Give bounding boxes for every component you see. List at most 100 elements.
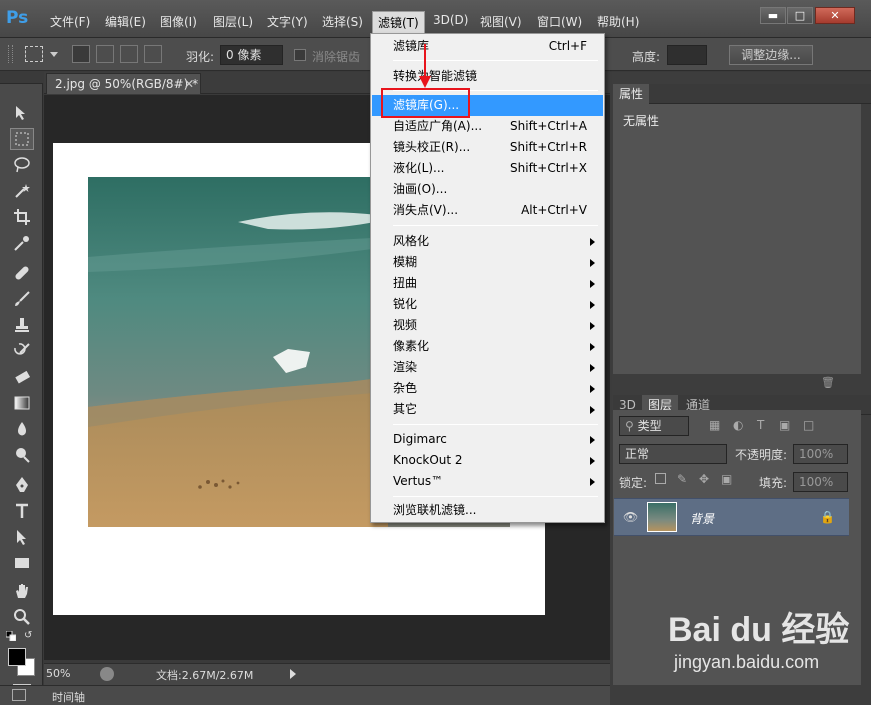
hand-tool-icon[interactable] xyxy=(10,580,34,602)
eyedropper-tool-icon[interactable] xyxy=(10,232,34,254)
dodge-tool-icon[interactable] xyxy=(10,444,34,466)
menu-help[interactable]: 帮助(H) xyxy=(597,13,639,30)
move-tool-icon[interactable] xyxy=(10,102,34,124)
tab-properties[interactable]: 属性 xyxy=(613,84,650,104)
menu-item-browse-online[interactable]: 浏览联机滤镜... xyxy=(372,500,603,521)
eraser-tool-icon[interactable] xyxy=(10,366,34,388)
timeline-icon[interactable] xyxy=(12,689,26,701)
pixel-filter-icon[interactable]: ▦ xyxy=(709,418,720,432)
layer-filter-kind[interactable]: ⚲ 类型 xyxy=(619,416,689,436)
magic-wand-tool-icon[interactable] xyxy=(10,180,34,202)
lock-all-icon[interactable]: ▣ xyxy=(721,472,732,486)
menu-item-lens-correction[interactable]: 镜头校正(R)... Shift+Ctrl+R xyxy=(372,137,603,158)
brush-tool-icon[interactable] xyxy=(10,288,34,310)
foreground-color-front[interactable] xyxy=(8,648,26,666)
history-brush-tool-icon[interactable] xyxy=(10,340,34,362)
minimize-button[interactable]: ▬ xyxy=(760,7,786,24)
menu-item-oil-paint[interactable]: 油画(O)... xyxy=(372,179,603,200)
menu-window[interactable]: 窗口(W) xyxy=(537,13,582,30)
menu-item-last-filter[interactable]: 滤镜库 Ctrl+F xyxy=(372,36,603,57)
close-button[interactable]: ✕ xyxy=(815,7,855,24)
fill-input[interactable]: 100% xyxy=(793,472,848,492)
grip-handle[interactable] xyxy=(8,45,13,63)
menu-item-digimarc[interactable]: Digimarc xyxy=(372,429,603,450)
opacity-input[interactable]: 100% xyxy=(793,444,848,464)
blur-tool-icon[interactable] xyxy=(10,418,34,440)
chevron-down-icon[interactable] xyxy=(50,52,58,57)
menu-image[interactable]: 图像(I) xyxy=(160,13,197,30)
menu-view[interactable]: 视图(V) xyxy=(480,13,522,30)
menu-item-sharpen[interactable]: 锐化 xyxy=(372,294,603,315)
antialias-checkbox[interactable] xyxy=(294,49,306,61)
status-menu-arrow-icon[interactable] xyxy=(290,669,296,679)
type-tool-icon[interactable] xyxy=(10,500,34,522)
menu-item-vertus[interactable]: Vertus™ xyxy=(372,471,603,492)
pen-tool-icon[interactable] xyxy=(10,474,34,496)
layer-row[interactable]: 👁 背景 🔒 xyxy=(614,498,849,536)
menu-file[interactable]: 文件(F) xyxy=(50,13,90,30)
clone-stamp-tool-icon[interactable] xyxy=(10,314,34,336)
refine-edge-button[interactable]: 调整边缘... xyxy=(729,45,813,65)
smart-object-filter-icon[interactable]: □ xyxy=(803,418,814,432)
document-tab-title: 2.jpg @ 50%(RGB/8#) * xyxy=(55,77,199,91)
height-input[interactable] xyxy=(667,45,707,65)
menu-item-adaptive-wide-angle[interactable]: 自适应广角(A)... Shift+Ctrl+A xyxy=(372,116,603,137)
maximize-button[interactable]: □ xyxy=(787,7,813,24)
swap-colors-icon[interactable]: ↺ xyxy=(24,630,36,641)
marquee-tool-preset-icon[interactable] xyxy=(25,46,43,62)
menu-item-video[interactable]: 视频 xyxy=(372,315,603,336)
intersect-selection-icon[interactable] xyxy=(144,45,162,63)
blend-mode-select[interactable]: 正常 xyxy=(619,444,727,464)
lock-transparent-icon[interactable] xyxy=(655,473,666,484)
menu-edit[interactable]: 编辑(E) xyxy=(105,13,146,30)
marquee-tool-icon[interactable] xyxy=(10,128,34,150)
lock-position-icon[interactable]: ✥ xyxy=(699,472,709,486)
menu-item-liquify[interactable]: 液化(L)... Shift+Ctrl+X xyxy=(372,158,603,179)
lock-pixels-icon[interactable]: ✎ xyxy=(677,472,687,486)
lasso-tool-icon[interactable] xyxy=(10,154,34,176)
menu-item-pixelate[interactable]: 像素化 xyxy=(372,336,603,357)
path-selection-tool-icon[interactable] xyxy=(10,526,34,548)
menu-item-other[interactable]: 其它 xyxy=(372,399,603,420)
baidu-watermark: Bai du 经验 jingyan.baidu.com xyxy=(668,602,868,692)
zoom-tool-icon[interactable] xyxy=(10,606,34,628)
layer-name[interactable]: 背景 xyxy=(690,510,714,527)
menu-select[interactable]: 选择(S) xyxy=(322,13,363,30)
adjustment-filter-icon[interactable]: ◐ xyxy=(733,418,743,432)
menu-type[interactable]: 文字(Y) xyxy=(267,13,308,30)
trash-icon[interactable]: 🗑 xyxy=(821,376,835,389)
status-info-icon[interactable] xyxy=(100,667,114,681)
crop-tool-icon[interactable] xyxy=(10,206,34,228)
menu-item-render[interactable]: 渲染 xyxy=(372,357,603,378)
menu-3d[interactable]: 3D(D) xyxy=(433,13,468,27)
menu-item-vanishing-point[interactable]: 消失点(V)... Alt+Ctrl+V xyxy=(372,200,603,221)
shape-filter-icon[interactable]: ▣ xyxy=(779,418,790,432)
menu-layer[interactable]: 图层(L) xyxy=(213,13,253,30)
rectangle-tool-icon[interactable] xyxy=(10,552,34,574)
menu-item-distort[interactable]: 扭曲 xyxy=(372,273,603,294)
visibility-eye-icon[interactable]: 👁 xyxy=(623,510,638,524)
no-properties-text: 无属性 xyxy=(623,114,660,128)
gradient-tool-icon[interactable] xyxy=(10,392,34,414)
add-selection-icon[interactable] xyxy=(96,45,114,63)
new-selection-icon[interactable] xyxy=(72,45,90,63)
default-colors-icon[interactable] xyxy=(5,630,17,642)
timeline-panel: 时间轴 xyxy=(0,685,610,705)
menu-item-stylize[interactable]: 风格化 xyxy=(372,231,603,252)
menu-item-noise[interactable]: 杂色 xyxy=(372,378,603,399)
menu-item-knockout[interactable]: KnockOut 2 xyxy=(372,450,603,471)
timeline-label[interactable]: 时间轴 xyxy=(52,689,85,705)
zoom-level[interactable]: 50% xyxy=(46,667,70,680)
menu-filter[interactable]: 滤镜(T) xyxy=(372,11,425,34)
close-tab-icon[interactable]: ✕ xyxy=(184,74,194,94)
type-filter-icon[interactable]: T xyxy=(757,418,764,432)
healing-brush-tool-icon[interactable] xyxy=(10,262,34,284)
search-icon: ⚲ xyxy=(625,419,634,433)
menu-item-blur[interactable]: 模糊 xyxy=(372,252,603,273)
menu-item-convert-smart-filter[interactable]: 转换为智能滤镜 xyxy=(372,66,603,87)
document-tab[interactable]: 2.jpg @ 50%(RGB/8#) * ✕ xyxy=(46,73,201,94)
callout-arrow-icon xyxy=(419,44,431,88)
subtract-selection-icon[interactable] xyxy=(120,45,138,63)
feather-input[interactable]: 0 像素 xyxy=(220,45,283,65)
watermark-url: jingyan.baidu.com xyxy=(674,652,820,672)
